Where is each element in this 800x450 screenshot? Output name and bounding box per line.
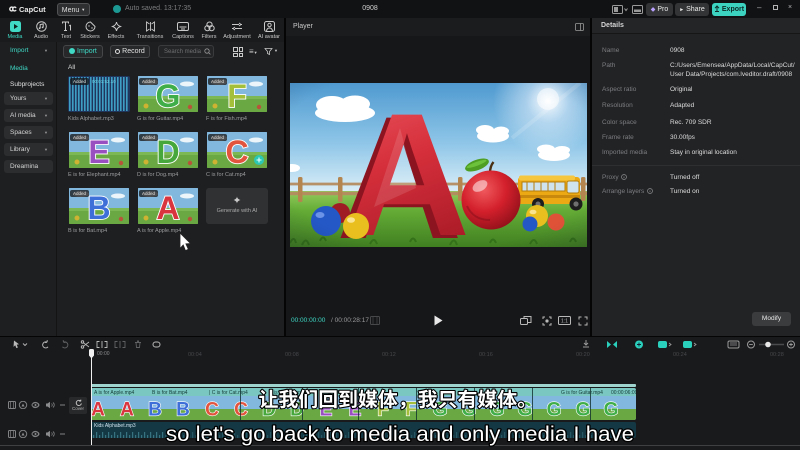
svg-text:A: A — [156, 190, 179, 224]
svg-text:so let's go back to media and: so let's go back to media and only media… — [166, 422, 634, 446]
svg-text:1:1: 1:1 — [561, 319, 568, 325]
svg-text:D: D — [156, 134, 179, 168]
svg-text:F: F — [227, 78, 247, 112]
svg-text:C: C — [225, 134, 248, 168]
svg-text:G: G — [156, 78, 181, 112]
svg-text:E: E — [88, 134, 109, 168]
svg-text:B: B — [87, 190, 110, 224]
